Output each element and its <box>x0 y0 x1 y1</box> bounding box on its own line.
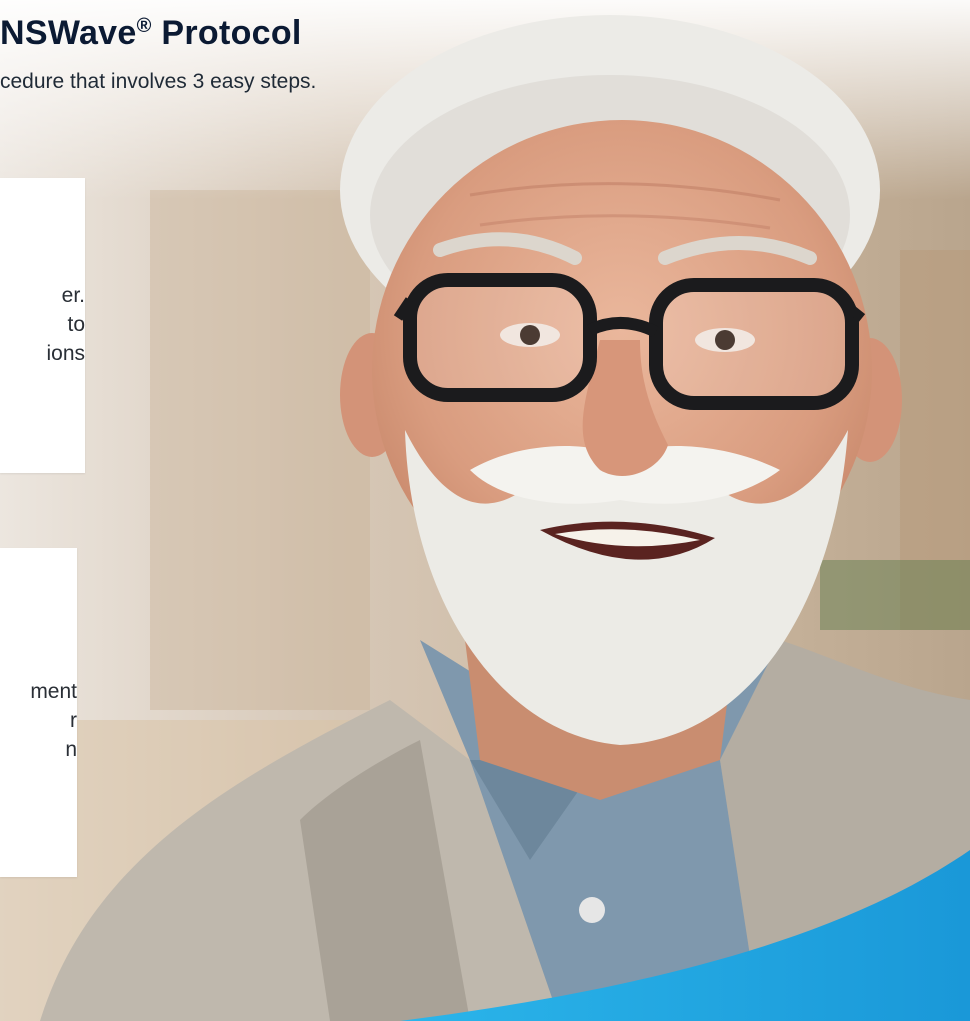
step-card-2-line-1: ment <box>30 680 77 703</box>
step-card-2: ment r n <box>0 548 77 877</box>
background-photo <box>0 0 970 1021</box>
step-card-1-line-2: to <box>67 313 85 336</box>
step-card-1-line-1: er. <box>61 284 85 307</box>
step-card-2-line-3: n <box>65 738 77 761</box>
step-card-1: er. to ions <box>0 178 85 473</box>
page-title-brand: NSWave <box>0 14 137 52</box>
registered-mark: ® <box>136 15 152 37</box>
page-title: NSWave® Protocol <box>0 14 302 53</box>
page-title-suffix: Protocol <box>151 14 302 52</box>
step-card-1-line-3: ions <box>46 342 85 365</box>
page-subtitle: cedure that involves 3 easy steps. <box>0 70 317 93</box>
step-card-2-line-2: r <box>70 709 77 732</box>
